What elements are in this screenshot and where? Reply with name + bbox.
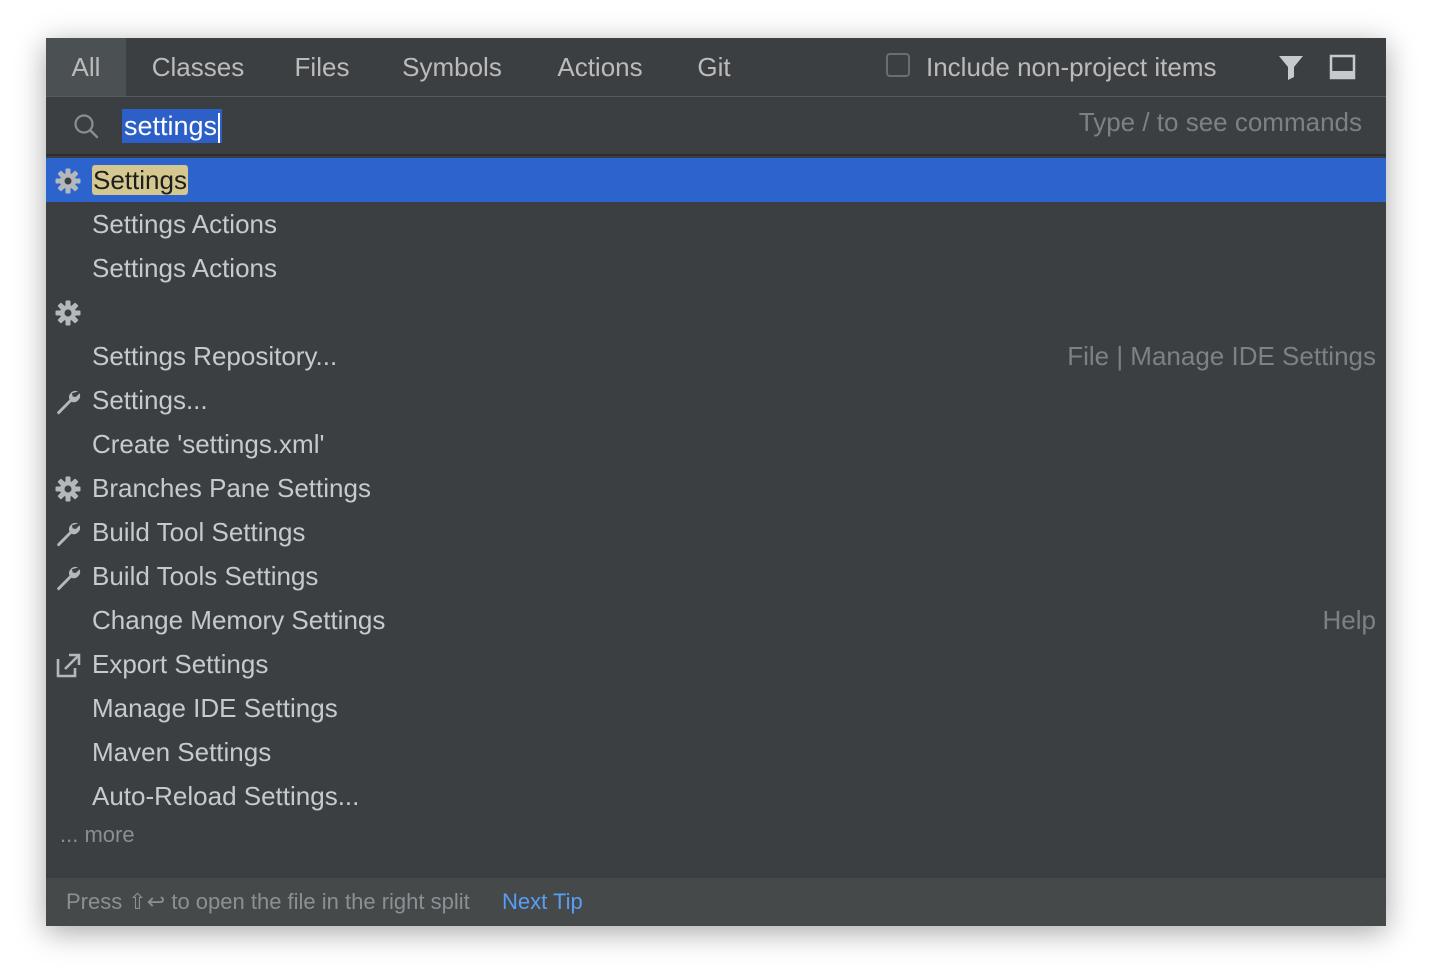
result-label: Auto-Reload Settings...	[92, 781, 360, 811]
search-input[interactable]: settings	[122, 109, 223, 143]
result-label: Change Memory Settings	[92, 605, 386, 635]
gear-icon	[54, 167, 82, 195]
search-bar: settings Type / to see commands	[46, 97, 1386, 156]
result-row[interactable]: Build Tools Settings	[46, 554, 1386, 598]
result-location: Help	[1322, 605, 1376, 635]
result-row[interactable]: Settings Repository... File | Manage IDE…	[46, 334, 1386, 378]
result-label: Export Settings	[92, 649, 269, 679]
result-row[interactable]: Export Settings	[46, 642, 1386, 686]
text-caret	[218, 112, 221, 143]
search-query: settings	[124, 111, 218, 141]
more-results-link[interactable]: ... more	[60, 822, 135, 848]
result-row[interactable]: Build Tool Settings	[46, 510, 1386, 554]
tab-actions[interactable]: Actions	[542, 38, 658, 96]
footer-bar: Press ⇧↩ to open the file in the right s…	[46, 878, 1386, 926]
filter-icon[interactable]	[1276, 52, 1306, 82]
include-non-project-label[interactable]: Include non-project items	[926, 38, 1216, 96]
result-row[interactable]	[46, 290, 1386, 334]
result-row[interactable]: Manage IDE Settings	[46, 686, 1386, 730]
results-list: Settings Settings Actions Settings Actio…	[46, 158, 1386, 818]
tab-classes[interactable]: Classes	[138, 38, 258, 96]
result-label: Build Tool Settings	[92, 517, 306, 547]
search-hint: Type / to see commands	[1078, 107, 1362, 137]
search-icon	[72, 112, 100, 140]
result-row[interactable]: Branches Pane Settings	[46, 466, 1386, 510]
result-label: Build Tools Settings	[92, 561, 319, 591]
result-row[interactable]: Settings	[46, 158, 1386, 202]
result-row[interactable]: Settings...	[46, 378, 1386, 422]
result-label: Settings Actions	[92, 209, 277, 239]
result-row[interactable]: Change Memory Settings Help	[46, 598, 1386, 642]
preview-panel-icon[interactable]	[1328, 52, 1358, 82]
wrench-icon	[54, 387, 82, 415]
result-label: Settings...	[92, 385, 208, 415]
result-label: Settings Actions	[92, 253, 277, 283]
export-icon	[54, 651, 82, 679]
result-location: File | Manage IDE Settings	[1067, 341, 1376, 371]
match-highlight: Settings	[92, 165, 188, 195]
result-row[interactable]: Maven Settings	[46, 730, 1386, 774]
result-label: Settings Repository...	[92, 341, 338, 371]
result-row[interactable]: Settings Actions	[46, 246, 1386, 290]
wrench-icon	[54, 519, 82, 547]
tab-git[interactable]: Git	[686, 38, 742, 96]
tab-bar: All Classes Files Symbols Actions Git In…	[46, 38, 1386, 97]
result-label: Manage IDE Settings	[92, 693, 338, 723]
tab-all[interactable]: All	[46, 38, 126, 96]
next-tip-link[interactable]: Next Tip	[502, 878, 583, 926]
result-label: Maven Settings	[92, 737, 272, 767]
gear-icon	[54, 475, 82, 503]
search-everywhere-popup: All Classes Files Symbols Actions Git In…	[46, 38, 1386, 926]
tab-files[interactable]: Files	[282, 38, 362, 96]
result-label: Settings	[92, 158, 188, 202]
result-label: Branches Pane Settings	[92, 473, 371, 503]
result-row[interactable]: Settings Actions	[46, 202, 1386, 246]
result-label: Create 'settings.xml'	[92, 429, 325, 459]
include-non-project-checkbox[interactable]	[886, 53, 910, 77]
footer-tip: Press ⇧↩ to open the file in the right s…	[66, 889, 470, 914]
result-row[interactable]: Auto-Reload Settings...	[46, 774, 1386, 818]
wrench-icon	[54, 563, 82, 591]
result-row[interactable]: Create 'settings.xml'	[46, 422, 1386, 466]
tab-symbols[interactable]: Symbols	[390, 38, 514, 96]
gear-icon	[54, 299, 82, 327]
